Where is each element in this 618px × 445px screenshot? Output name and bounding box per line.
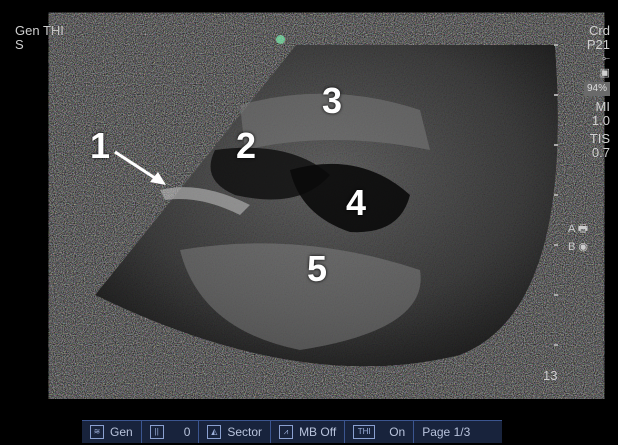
- mb-label: MB Off: [299, 425, 337, 439]
- thi-control[interactable]: THI On: [345, 421, 415, 443]
- page-label: Page 1/3: [422, 425, 471, 439]
- mb-control[interactable]: ⩘ MB Off: [271, 421, 346, 443]
- sector-icon: ◭: [207, 425, 222, 439]
- sector-label: Sector: [227, 425, 263, 439]
- label-3: 3: [322, 80, 343, 121]
- label-2: 2: [236, 125, 257, 166]
- bars-value: 0: [183, 425, 191, 439]
- bars-icon: ||: [149, 425, 164, 439]
- label-5: 5: [307, 248, 328, 289]
- mb-icon: ⩘: [279, 425, 294, 439]
- wave-icon: ≋: [90, 425, 104, 439]
- bottom-control-bar: ≋ Gen || 0 ◭ Sector ⩘ MB Off THI On Page…: [82, 420, 502, 443]
- thi-icon: THI: [353, 425, 376, 439]
- storage-percent: 94%: [583, 82, 610, 96]
- sector-control[interactable]: ◭ Sector: [199, 421, 272, 443]
- thi-value: On: [389, 425, 406, 439]
- printer-a[interactable]: A 🖶: [568, 220, 588, 239]
- bars-control[interactable]: || 0: [142, 421, 200, 443]
- dvd-b[interactable]: B ◉: [568, 240, 588, 253]
- label-1: 1: [90, 125, 111, 166]
- page-control[interactable]: Page 1/3: [414, 421, 478, 443]
- label-4: 4: [346, 182, 367, 223]
- depth-scale: [554, 34, 564, 374]
- b-label: B: [568, 241, 576, 253]
- printer-icon: 🖶: [577, 223, 589, 235]
- pointer-arrow: [114, 150, 166, 185]
- dvd-icon: ◉: [578, 241, 589, 253]
- a-label: A: [568, 223, 575, 235]
- depth-value: 13: [543, 368, 558, 383]
- gen-control[interactable]: ≋ Gen: [82, 421, 142, 443]
- gen-label: Gen: [110, 425, 133, 439]
